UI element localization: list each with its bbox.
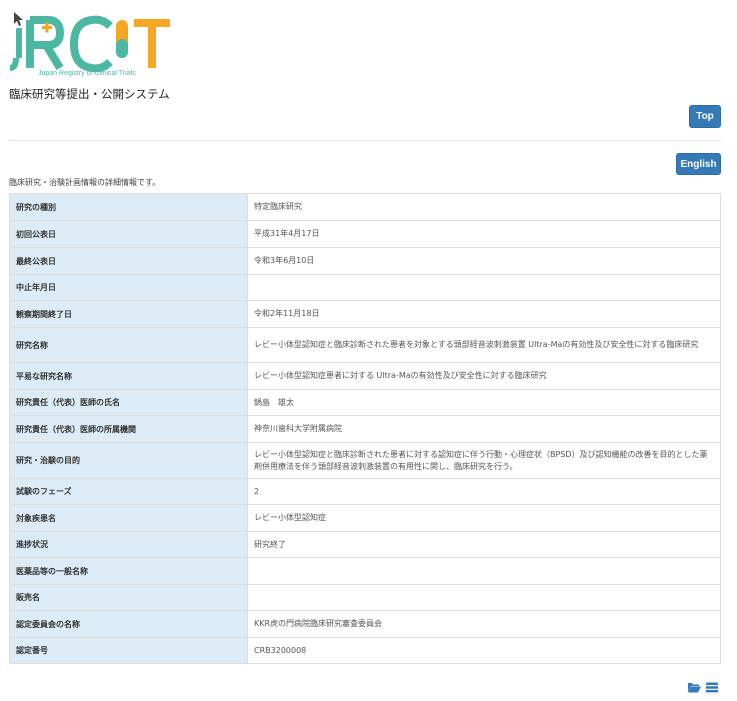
divider — [9, 140, 721, 141]
table-row: 研究・治験の目的 レビー小体型認知症と臨床診断された患者に対する認知症に伴う行動・… — [9, 442, 721, 479]
row-label: 研究責任（代表）医師の所属機関 — [9, 415, 248, 443]
table-row: 研究の種別 特定臨床研究 — [9, 193, 721, 221]
row-value: 特定臨床研究 — [247, 193, 721, 221]
row-value: 神奈川歯科大学附属病院 — [247, 415, 721, 443]
row-value — [247, 584, 721, 611]
row-value: 令和3年6月10日 — [247, 247, 721, 275]
row-label: 医薬品等の一般名称 — [9, 557, 248, 585]
row-value: CRB3200008 — [247, 637, 721, 664]
row-label: 観察期間終了日 — [9, 300, 248, 328]
row-label: 平易な研究名称 — [9, 362, 248, 390]
top-button[interactable]: Top — [689, 105, 721, 128]
detail-table: 研究の種別 特定臨床研究 初回公表日 平成31年4月17日 最終公表日 令和3年6月1… — [9, 193, 721, 664]
table-row: 認定委員会の名称 KKR虎の門病院臨床研究審査委員会 — [9, 610, 721, 638]
row-label: 認定番号 — [9, 637, 248, 664]
table-row: 平易な研究名称 レビー小体型認知症患者に対する Ultra-Maの有効性及び安全性… — [9, 362, 721, 390]
logo-text: Japan Registry of Clinical Trials — [38, 70, 136, 77]
row-value: 2 — [247, 478, 721, 505]
table-row: 研究責任（代表）医師の氏名 鍋島 雄太 — [9, 389, 721, 416]
row-value — [247, 557, 721, 585]
table-row: 最終公表日 令和3年6月10日 — [9, 247, 721, 275]
english-button[interactable]: English — [676, 153, 721, 175]
row-label: 中止年月日 — [9, 274, 248, 301]
row-value: レビー小体型認知症患者に対する Ultra-Maの有効性及び安全性に対する臨床研… — [247, 362, 721, 390]
table-row: 進捗状況 研究終了 — [9, 531, 721, 558]
row-value: 研究終了 — [247, 531, 721, 558]
row-label: 進捗状況 — [9, 531, 248, 558]
table-row: 試験のフェーズ 2 — [9, 478, 721, 505]
row-label: 研究名称 — [9, 327, 248, 363]
row-value: 平成31年4月17日 — [247, 220, 721, 248]
table-row: 中止年月日 — [9, 274, 721, 301]
table-row: 認定番号 CRB3200008 — [9, 637, 721, 664]
row-value: レビー小体型認知症と臨床診断された患者に対する認知症に伴う行動・心理症状（BPS… — [247, 442, 721, 479]
row-label: 初回公表日 — [9, 220, 248, 248]
table-row: 対象疾患名 レビー小体型認知症 — [9, 504, 721, 532]
row-value: レビー小体型認知症と臨床診断された患者を対象とする頭部経音波刺激装置 Ultra… — [247, 327, 721, 363]
row-label: 販売名 — [9, 584, 248, 611]
table-row: 初回公表日 平成31年4月17日 — [9, 220, 721, 248]
row-label: 最終公表日 — [9, 247, 248, 275]
table-row: 販売名 — [9, 584, 721, 611]
row-label: 研究責任（代表）医師の氏名 — [9, 389, 248, 416]
row-label: 対象疾患名 — [9, 504, 248, 532]
table-row: 研究名称 レビー小体型認知症と臨床診断された患者を対象とする頭部経音波刺激装置 U… — [9, 327, 721, 363]
row-value: KKR虎の門病院臨床研究審査委員会 — [247, 610, 721, 638]
row-value: レビー小体型認知症 — [247, 504, 721, 532]
footer-icons — [688, 678, 718, 697]
table-row: 医薬品等の一般名称 — [9, 557, 721, 585]
row-label: 研究・治験の目的 — [9, 442, 248, 479]
row-label: 研究の種別 — [9, 193, 248, 221]
folder-open-icon[interactable] — [688, 678, 701, 697]
row-value: 令和2年11月18日 — [247, 300, 721, 328]
list-icon[interactable] — [706, 678, 718, 697]
row-label: 認定委員会の名称 — [9, 610, 248, 638]
system-title: 臨床研究等提出・公開システム — [9, 87, 170, 101]
row-label: 試験のフェーズ — [9, 478, 248, 505]
table-row: 研究責任（代表）医師の所属機関 神奈川歯科大学附属病院 — [9, 415, 721, 443]
row-value: 鍋島 雄太 — [247, 389, 721, 416]
table-row: 観察期間終了日 令和2年11月18日 — [9, 300, 721, 328]
jrct-logo[interactable]: Japan Registry of Clinical Trials — [8, 8, 180, 78]
intro-text: 臨床研究・治験計画情報の詳細情報です。 — [9, 178, 161, 187]
row-value — [247, 274, 721, 301]
